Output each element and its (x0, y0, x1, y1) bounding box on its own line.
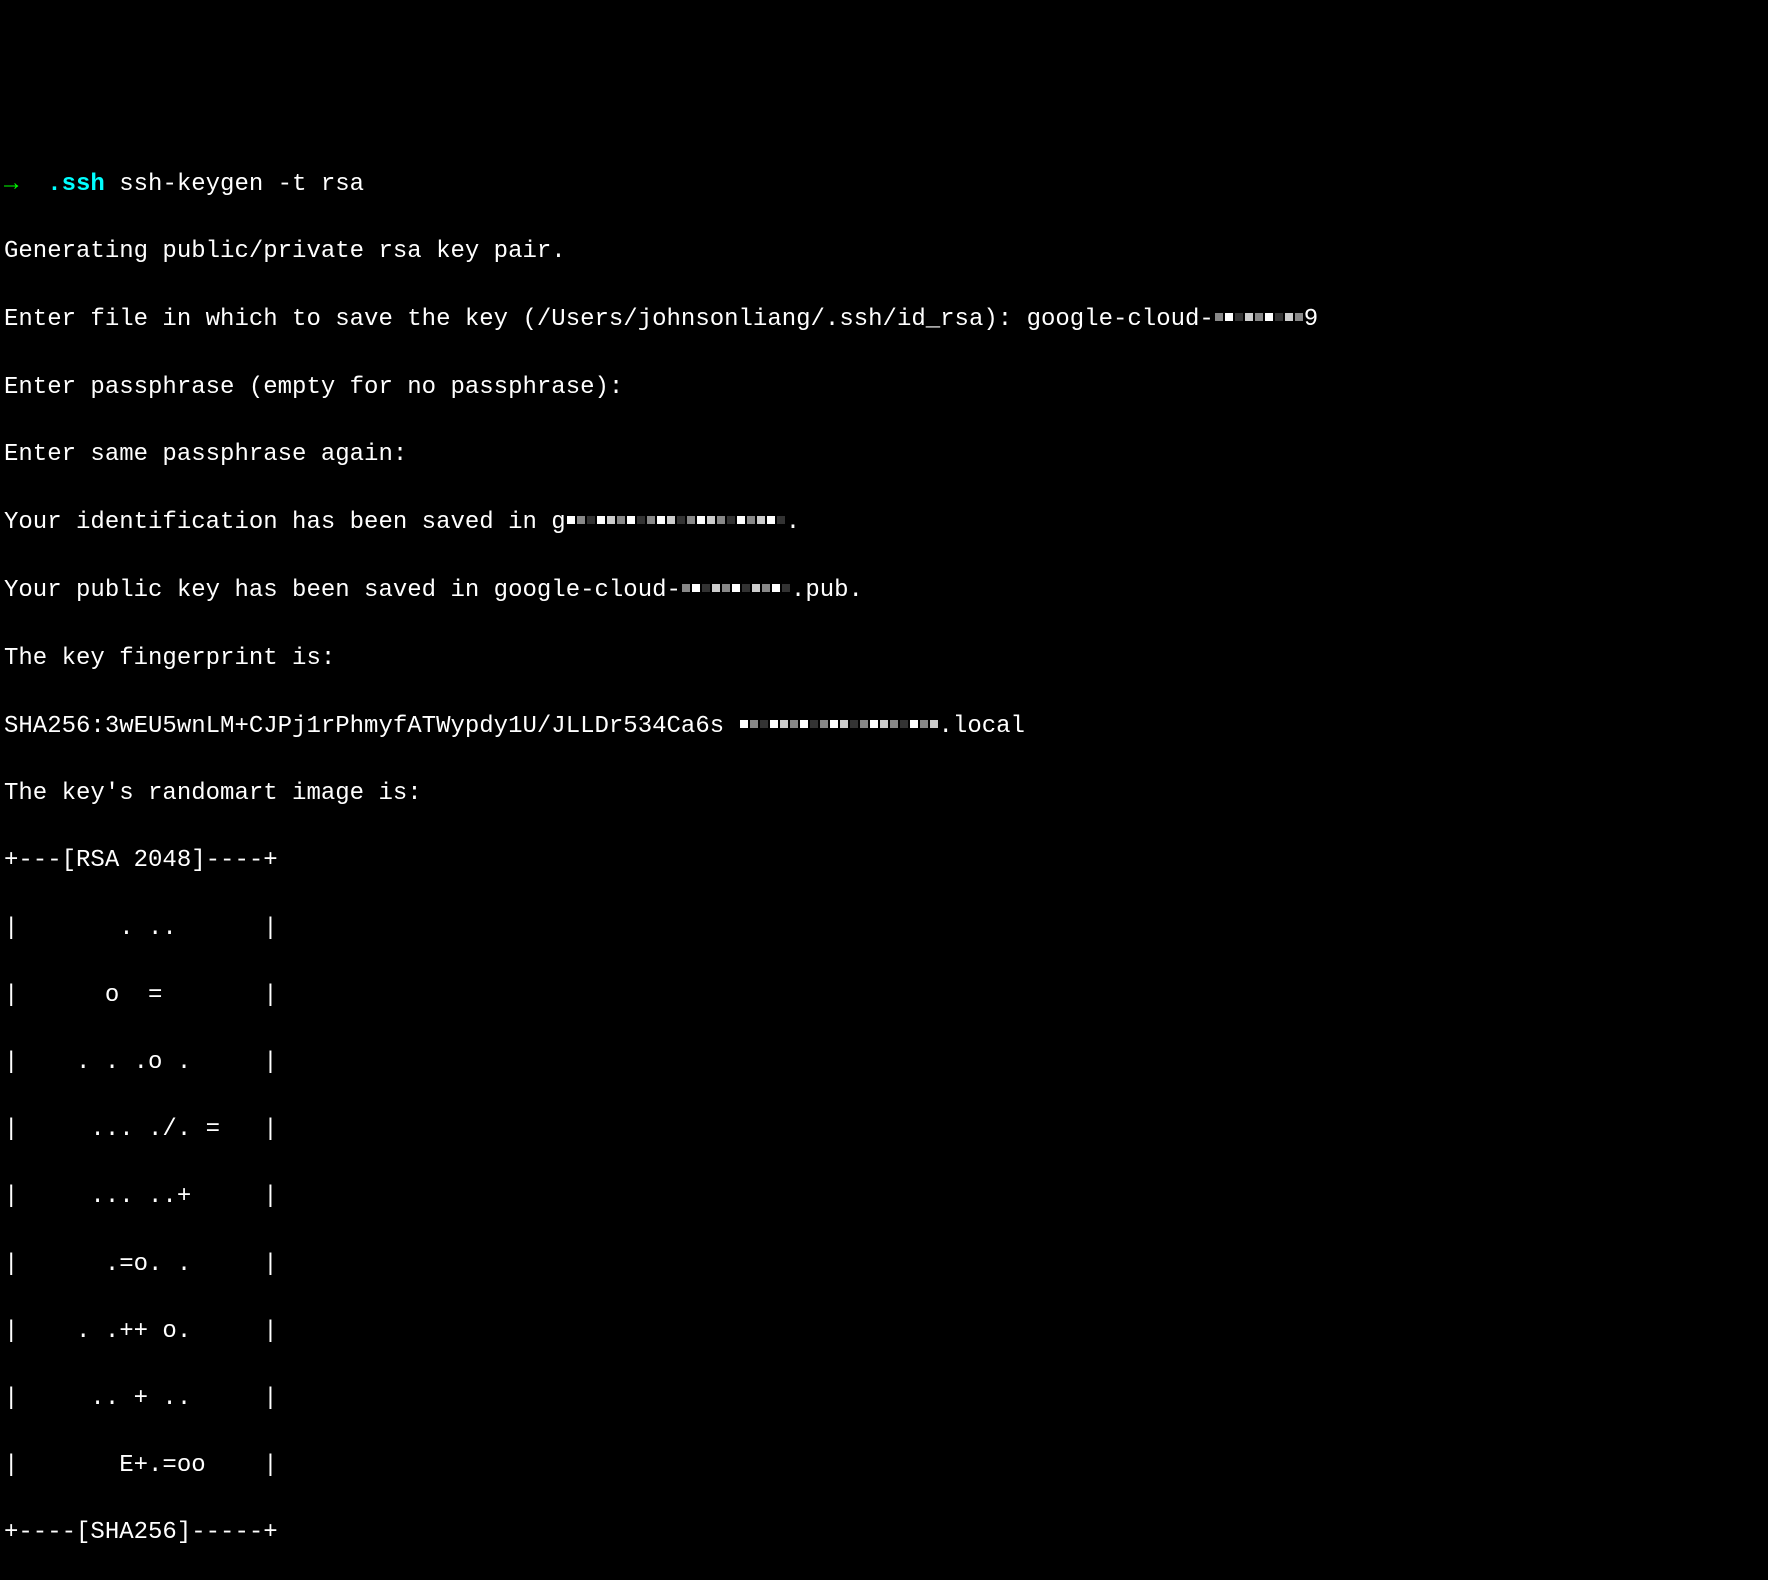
randomart-row: | .=o. . | (4, 1248, 1764, 1282)
censored-text (739, 707, 939, 741)
randomart-row: | ... ..+ | (4, 1180, 1764, 1214)
randomart-row: | .. + .. | (4, 1382, 1764, 1416)
output-enter-file: Enter file in which to save the key (/Us… (4, 302, 1764, 337)
output-generating: Generating public/private rsa key pair. (4, 235, 1764, 269)
terminal-output[interactable]: → .ssh ssh-keygen -t rsa Generating publ… (0, 134, 1768, 1580)
randomart-row: | E+.=oo | (4, 1449, 1764, 1483)
output-randomart-label: The key's randomart image is: (4, 777, 1764, 811)
randomart-row: | . . .o . | (4, 1046, 1764, 1080)
command-text: ssh-keygen -t rsa (119, 171, 364, 198)
randomart-row: | . .. | (4, 912, 1764, 946)
censored-text (566, 503, 786, 537)
randomart-top: +---[RSA 2048]----+ (4, 844, 1764, 878)
prompt-directory: .ssh (47, 171, 105, 198)
randomart-row: | o = | (4, 979, 1764, 1013)
prompt-arrow-icon: → (4, 171, 18, 198)
censored-text (681, 571, 791, 605)
output-pubkey-saved: Your public key has been saved in google… (4, 573, 1764, 608)
prompt-line: → .ssh ssh-keygen -t rsa (4, 168, 1764, 202)
censored-text (1214, 300, 1304, 334)
randomart-row: | . .++ o. | (4, 1315, 1764, 1349)
output-fingerprint-label: The key fingerprint is: (4, 642, 1764, 676)
randomart-bottom: +----[SHA256]-----+ (4, 1516, 1764, 1550)
output-passphrase-again: Enter same passphrase again: (4, 438, 1764, 472)
randomart-row: | ... ./. = | (4, 1113, 1764, 1147)
output-fingerprint: SHA256:3wEU5wnLM+CJPj1rPhmyfATWypdy1U/JL… (4, 709, 1764, 744)
output-id-saved: Your identification has been saved in g. (4, 505, 1764, 540)
output-passphrase: Enter passphrase (empty for no passphras… (4, 371, 1764, 405)
